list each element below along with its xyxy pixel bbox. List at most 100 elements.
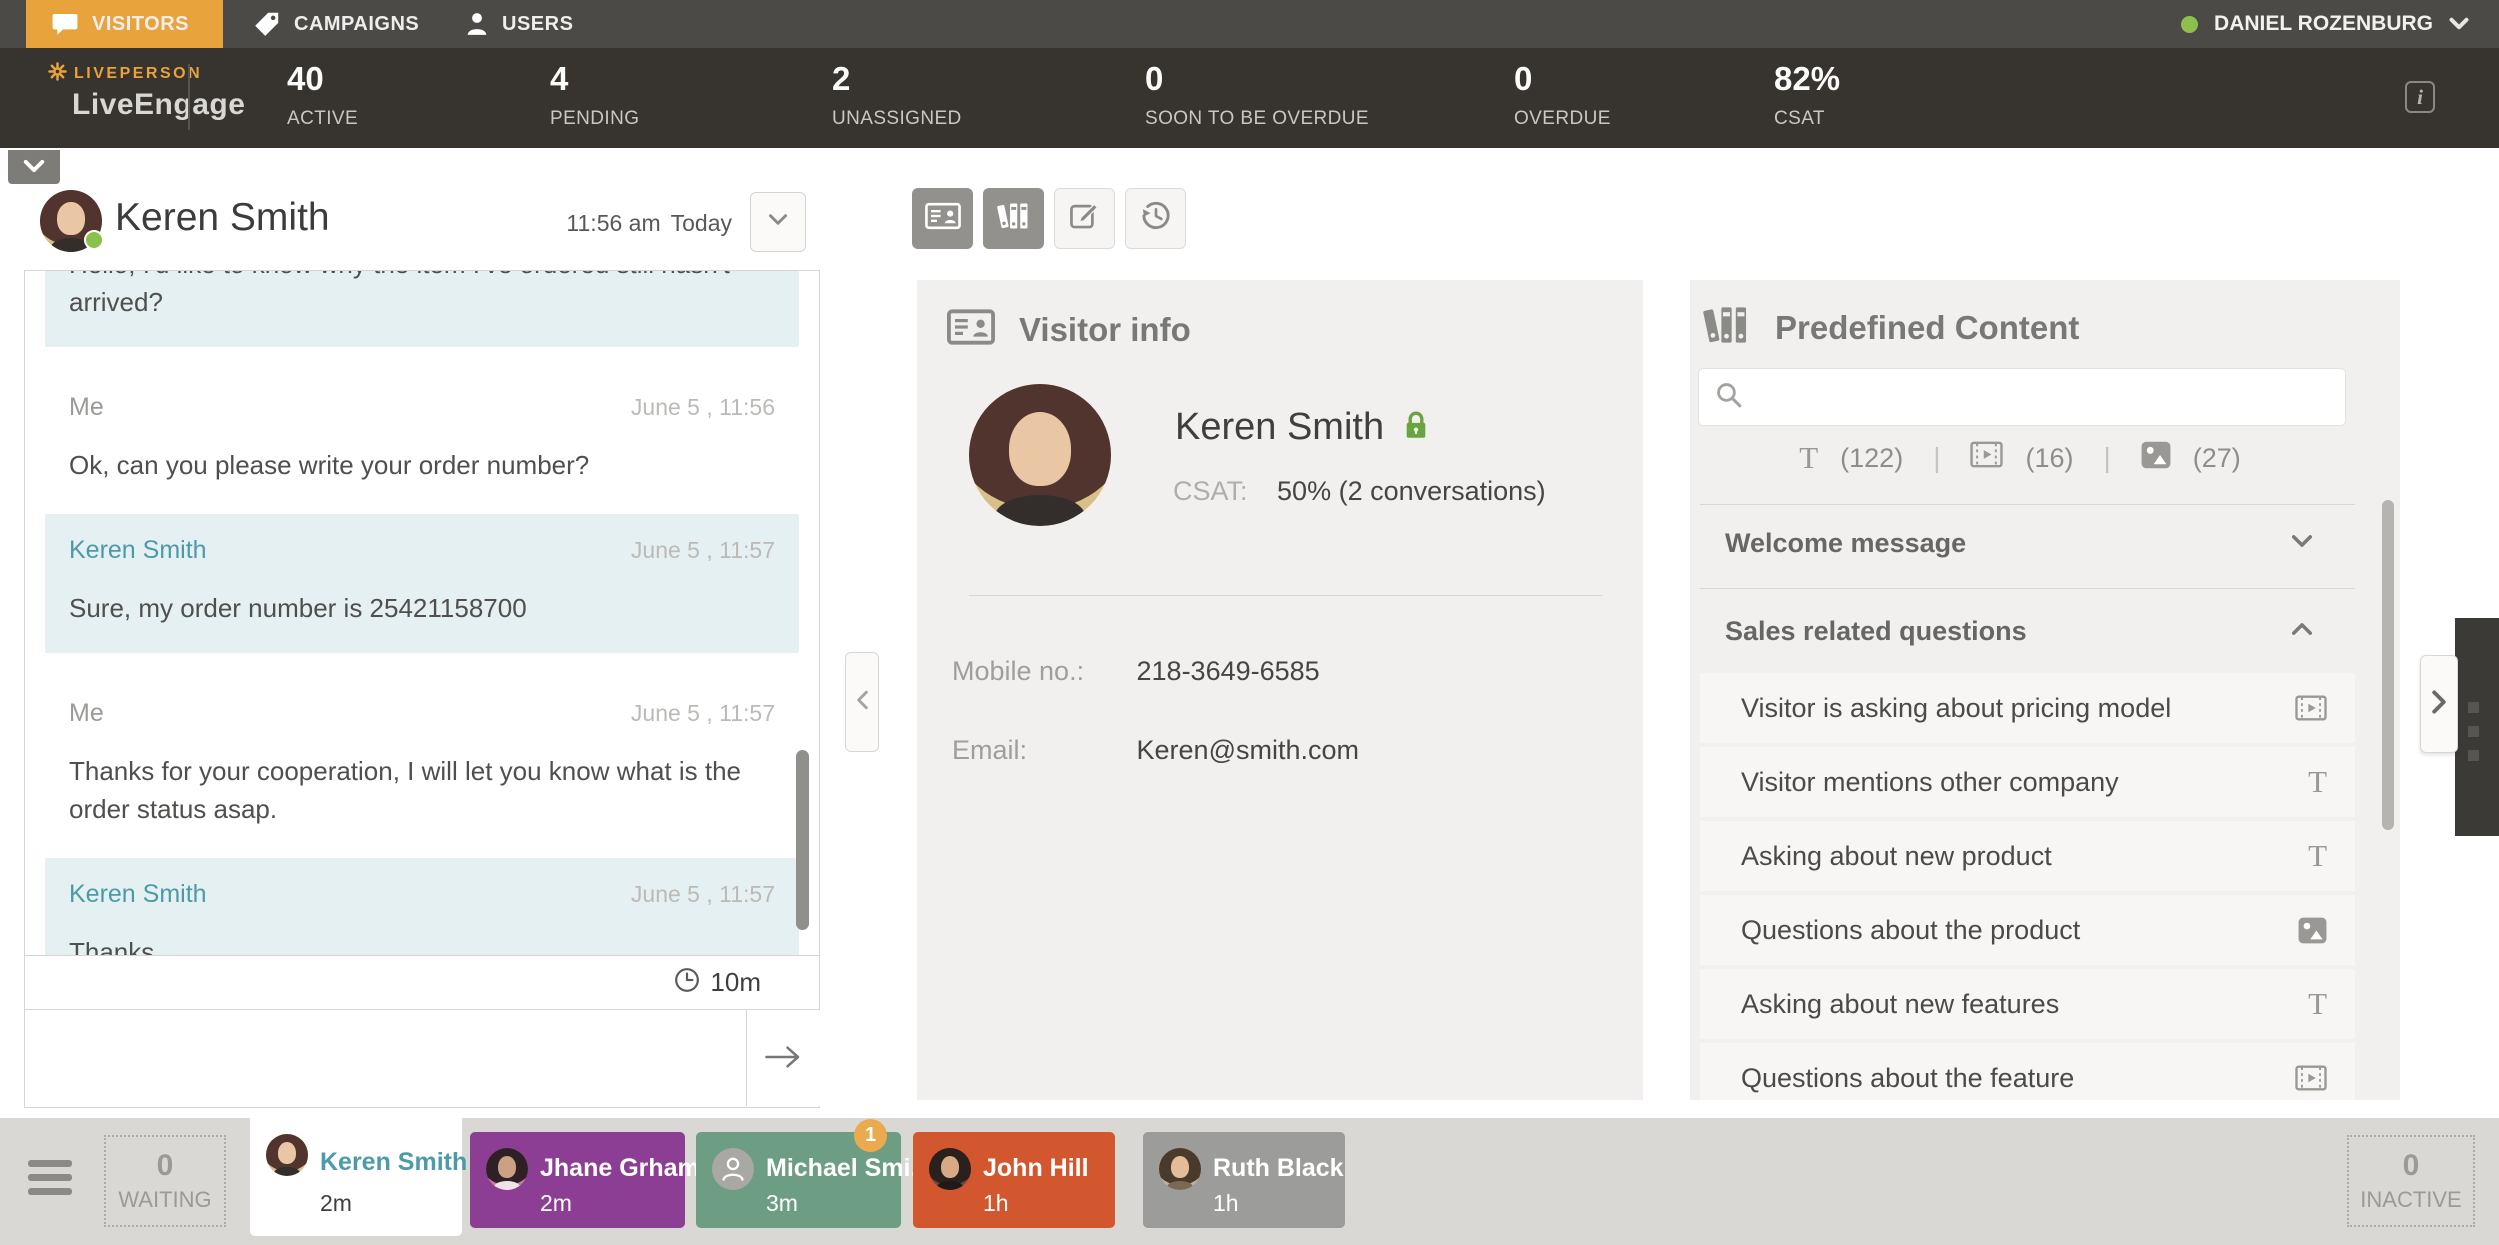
hamburger-menu-icon[interactable] xyxy=(28,1160,72,1202)
divider: | xyxy=(1933,442,1941,473)
text-icon: T xyxy=(2308,986,2327,1021)
chat-message: Keren Smith June 5 , 11:57 Thanks. xyxy=(45,858,799,955)
chat-bubble-icon xyxy=(52,12,78,36)
conversation-tab-john-hill[interactable]: John Hill 1h xyxy=(913,1132,1115,1228)
section-sales-related-questions[interactable]: Sales related questions xyxy=(1690,602,2355,660)
chat-message: Me June 5 , 11:57 Thanks for your cooper… xyxy=(69,699,775,824)
drawer-dot xyxy=(2468,702,2479,713)
filter-count: (16) xyxy=(2025,442,2074,473)
panel-title: Predefined Content xyxy=(1775,308,2080,346)
filter-count: (122) xyxy=(1840,442,1904,473)
message-timestamp: June 5 , 11:56 xyxy=(630,394,775,420)
visitor-info-toggle-button[interactable] xyxy=(912,188,973,249)
history-button[interactable] xyxy=(1125,188,1186,249)
tag-icon xyxy=(254,11,280,37)
chat-message: Me June 5 , 11:56 Ok, can you please wri… xyxy=(69,393,775,480)
collapse-visitor-info-button[interactable] xyxy=(845,652,879,752)
drawer-dot xyxy=(2468,750,2479,761)
message-sender: Me xyxy=(69,393,104,421)
avatar xyxy=(266,1134,308,1176)
text-icon: T xyxy=(2308,764,2327,799)
inactive-queue-box[interactable]: 0 INACTIVE xyxy=(2347,1135,2475,1227)
divider xyxy=(969,595,1602,596)
conversation-tab-jhane-grham[interactable]: Jhane Grham 2m xyxy=(470,1132,700,1228)
clock-icon xyxy=(674,967,700,998)
video-icon[interactable] xyxy=(1970,441,2004,475)
user-menu[interactable]: DANIEL ROZENBURG xyxy=(2181,0,2469,48)
predefined-scrollbar[interactable] xyxy=(2382,500,2394,830)
chat-actions-dropdown[interactable] xyxy=(750,192,806,252)
predefined-search xyxy=(1698,368,2346,426)
conversation-tab-ruth-black[interactable]: Ruth Black 1h xyxy=(1143,1132,1345,1228)
predefined-content-panel: Predefined Content T (122) | (16) | (27)… xyxy=(1690,280,2400,1100)
unread-badge: 1 xyxy=(854,1119,887,1152)
send-button[interactable] xyxy=(746,1010,820,1106)
image-icon[interactable] xyxy=(2141,441,2171,476)
text-icon[interactable]: T xyxy=(1799,440,1818,476)
message-composer xyxy=(25,1009,820,1107)
collapsed-side-drawer[interactable] xyxy=(2455,618,2499,836)
expand-drawer-button[interactable] xyxy=(2420,655,2458,753)
nav-tab-campaigns[interactable]: CAMPAIGNS xyxy=(228,0,445,48)
message-sender: Me xyxy=(69,699,104,727)
compose-note-button[interactable] xyxy=(1054,188,1115,249)
stat-csat: 82% CSAT xyxy=(1774,60,1841,129)
predefined-content-toggle-button[interactable] xyxy=(983,188,1044,249)
stat-pending: 4 PENDING xyxy=(550,60,640,129)
nav-tab-users[interactable]: USERS xyxy=(440,0,599,48)
divider xyxy=(188,64,190,130)
panel-title: Visitor info xyxy=(1019,310,1191,348)
message-timestamp: June 5 , 11:57 xyxy=(630,881,775,907)
visitor-info-panel: Visitor info Keren Smith CSAT: 50% (2 co… xyxy=(917,280,1643,1100)
conversations-bar: 0 WAITING Keren Smith 2m Jhane Grham 2m … xyxy=(0,1118,2499,1245)
predefined-item[interactable]: Visitor mentions other company T xyxy=(1700,747,2355,817)
nav-tab-label: CAMPAIGNS xyxy=(294,12,420,35)
compose-icon xyxy=(1069,200,1101,237)
brand-line1: LIVEPERSON xyxy=(74,65,203,82)
chat-scrollbar[interactable] xyxy=(796,750,809,930)
predefined-item[interactable]: Questions about the feature xyxy=(1700,1043,2355,1100)
history-icon xyxy=(1139,199,1173,238)
info-icon[interactable]: i xyxy=(2405,81,2435,113)
stat-active: 40 ACTIVE xyxy=(287,60,359,129)
stat-soon-overdue: 0 SOON TO BE OVERDUE xyxy=(1145,60,1369,129)
chevron-left-icon xyxy=(856,689,869,716)
online-status-dot xyxy=(84,230,104,250)
section-welcome-message[interactable]: Welcome message xyxy=(1690,514,2355,572)
conversation-tab-michael-smith[interactable]: 1 Michael Smi.. 3m xyxy=(696,1119,924,1228)
chevron-down-icon xyxy=(2449,12,2469,36)
nav-tab-visitors[interactable]: VISITORS xyxy=(26,0,223,48)
chevron-down-icon xyxy=(768,213,788,231)
chat-messages[interactable]: Hello, I'd like to know why the item I'v… xyxy=(25,271,819,955)
main-area: Keren Smith 11:56 amToday Hello, I'd lik… xyxy=(0,148,2499,1118)
text-icon: T xyxy=(2308,838,2327,873)
predefined-item[interactable]: Asking about new features T xyxy=(1700,969,2355,1039)
person-icon xyxy=(466,12,488,36)
chat-panel: Hello, I'd like to know why the item I'v… xyxy=(24,270,820,1108)
visitor-info-card-icon xyxy=(947,308,996,351)
video-icon xyxy=(2295,1065,2327,1091)
online-status-dot xyxy=(2181,15,2199,33)
lock-icon xyxy=(1404,410,1428,446)
message-input[interactable] xyxy=(25,1010,745,1106)
image-icon xyxy=(2298,917,2327,944)
predefined-item[interactable]: Asking about new product T xyxy=(1700,821,2355,891)
predefined-item[interactable]: Visitor is asking about pricing model xyxy=(1700,673,2355,743)
chevron-down-icon xyxy=(23,159,45,176)
predefined-item[interactable]: Questions about the product xyxy=(1700,895,2355,965)
conversation-tab-keren-smith[interactable]: Keren Smith 2m xyxy=(250,1118,467,1236)
user-name: DANIEL ROZENBURG xyxy=(2214,12,2433,35)
predefined-content-icon xyxy=(1703,304,1751,351)
send-arrow-icon xyxy=(764,1043,804,1074)
gear-icon xyxy=(48,62,67,86)
chat-message: Hello, I'd like to know why the item I'v… xyxy=(45,271,799,347)
visitor-field-email: Email: Keren@smith.com xyxy=(952,735,1359,765)
waiting-queue-box[interactable]: 0 WAITING xyxy=(104,1135,226,1227)
brand-logo[interactable]: LIVEPERSON LiveEngage xyxy=(48,62,245,122)
divider: | xyxy=(2103,442,2111,473)
visitor-csat: CSAT: 50% (2 conversations) xyxy=(1173,476,1546,506)
chat-visitor-name: Keren Smith xyxy=(115,196,330,239)
collapse-panel-button[interactable] xyxy=(8,150,60,184)
video-icon xyxy=(2295,695,2327,721)
search-input[interactable] xyxy=(1757,381,2329,413)
